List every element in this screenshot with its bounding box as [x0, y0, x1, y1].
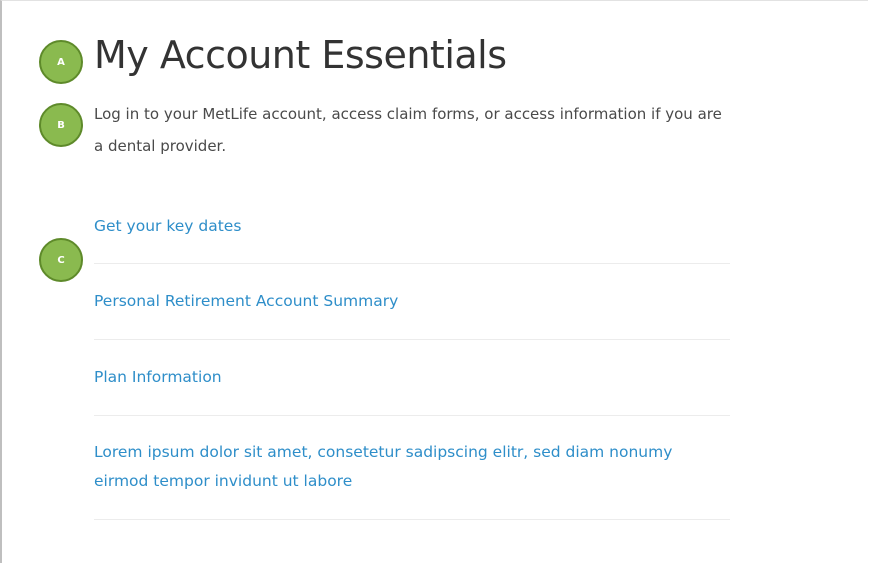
annotation-marker-b-label: B	[57, 119, 65, 131]
list-item: Personal Retirement Account Summary	[94, 264, 730, 340]
link-retirement-account-summary[interactable]: Personal Retirement Account Summary	[94, 287, 730, 316]
annotation-marker-b: B	[39, 103, 83, 147]
annotation-marker-c-label: C	[57, 254, 65, 266]
link-plan-information[interactable]: Plan Information	[94, 363, 730, 392]
annotation-marker-a-label: A	[57, 56, 65, 68]
intro-text: Log in to your MetLife account, access c…	[94, 105, 722, 155]
content-panel: A B C My Account Essentials Log in to yo…	[0, 0, 868, 563]
list-item: Get your key dates	[94, 201, 730, 264]
list-item: Lorem ipsum dolor sit amet, consetetur s…	[94, 416, 730, 520]
link-key-dates[interactable]: Get your key dates	[94, 212, 730, 241]
link-lorem-ipsum[interactable]: Lorem ipsum dolor sit amet, consetetur s…	[94, 438, 730, 496]
account-links-list: Get your key dates Personal Retirement A…	[94, 201, 730, 520]
annotation-marker-a: A	[39, 40, 83, 84]
page-title: My Account Essentials	[94, 33, 507, 77]
list-item: Plan Information	[94, 340, 730, 416]
annotation-marker-c: C	[39, 238, 83, 282]
